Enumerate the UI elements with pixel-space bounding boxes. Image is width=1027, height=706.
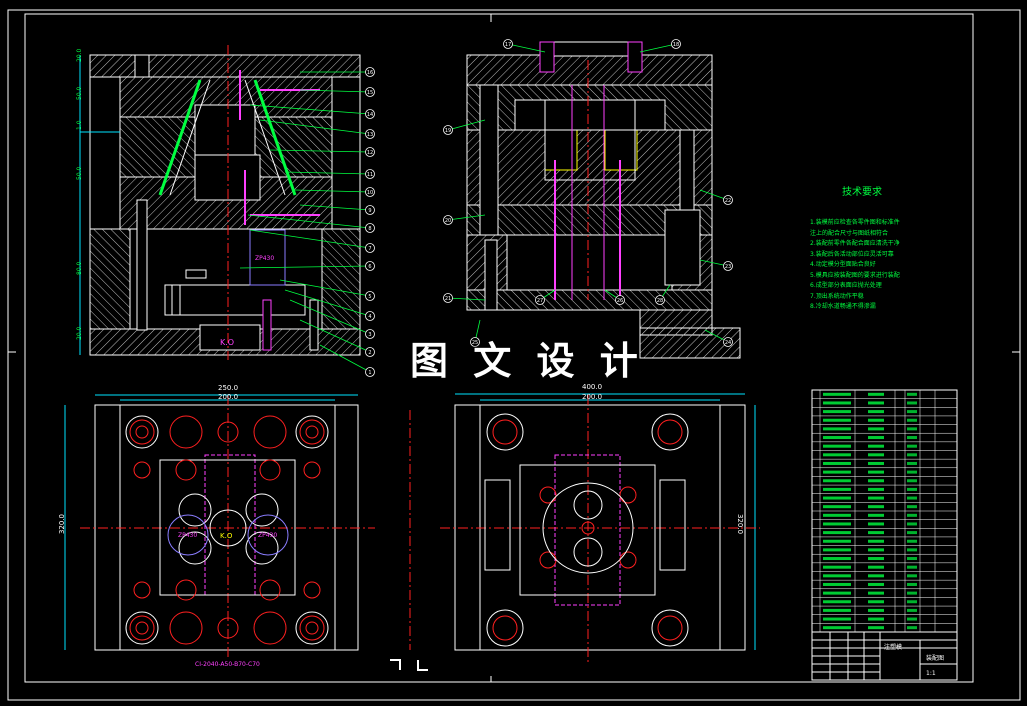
part-balloon-label: 27 — [537, 298, 543, 304]
front-dimension-label: 50.0 — [76, 86, 83, 100]
leader-line — [639, 43, 677, 53]
part-balloon-label: 10 — [367, 190, 373, 196]
part-balloon-label: 16 — [367, 70, 373, 76]
part-balloon-label: 6 — [368, 264, 371, 270]
part-balloon-label: 15 — [367, 90, 373, 96]
dim-top-left-outer: 250.0 — [218, 384, 239, 392]
tech-requirement-line: 5.模具应按装配图的要求进行装配 — [810, 271, 900, 279]
part-balloon-label: 7 — [368, 246, 371, 252]
cavity-label-1: ZP430 — [255, 255, 275, 262]
tech-requirement-line: 6.成型部分表面应抛光处理 — [810, 282, 882, 289]
dim-top-left-height: 320.0 — [58, 513, 67, 535]
front-dimension-label: 20.0 — [76, 326, 83, 340]
part-balloon-label: 23 — [725, 264, 731, 270]
tech-requirement-line: 8.冷却水道畅通不得渗漏 — [810, 303, 876, 310]
cad-drawing-canvas: 1 2 3 4 5 6 7 8 9 10 11 12 13 14 15 16 17 18 19 20 21 22 23 24… — [0, 0, 1027, 706]
part-balloon-label: 28 — [657, 298, 663, 304]
dim-top-right-inner: 200.0 — [582, 393, 603, 401]
ko-label-2: K.O — [220, 532, 233, 540]
title-block-name: 注塑模 — [884, 644, 903, 651]
part-balloon-label: 4 — [368, 314, 371, 320]
part-balloon-label: 19 — [445, 128, 451, 134]
part-balloon-label: 18 — [673, 42, 679, 48]
part-balloon-label: 17 — [505, 42, 511, 48]
front-dimension-label: 50.0 — [76, 166, 83, 180]
front-dimension-label: 20.0 — [76, 48, 83, 62]
front-dimension-label: 1.0 — [76, 120, 83, 130]
part-balloon-label: 21 — [445, 296, 451, 302]
part-balloon-label: 26 — [617, 298, 623, 304]
cavity-label-2: ZP430 — [178, 532, 198, 539]
part-balloon-label: 14 — [367, 112, 373, 118]
leader-line — [507, 43, 546, 53]
tech-requirement-line: 注上的配合尺寸与图纸相符合 — [810, 229, 889, 237]
title-block-drawing: 装配图 — [926, 655, 945, 662]
tech-requirements-notes: 1.装模前应检查各零件图和标准件 注上的配合尺寸与图纸相符合 2.装配前零件各配合面… — [810, 218, 960, 313]
tech-requirement-line: 1.装模前应检查各零件图和标准件 — [810, 219, 900, 226]
part-balloon-label: 1 — [368, 370, 371, 376]
tech-requirement-line: 3.装配后各活动部位应灵活可靠 — [810, 250, 894, 258]
ko-label: K.O — [220, 338, 235, 347]
part-balloon-label: 3 — [368, 332, 371, 338]
dim-top-right-outer: 400.0 — [582, 383, 603, 391]
cavity-label-3: ZP430 — [258, 532, 278, 539]
tech-requirement-line: 4.动定模分型面贴合良好 — [810, 261, 876, 268]
watermark: 图 文 设 计 — [410, 338, 644, 383]
part-balloon-label: 5 — [368, 294, 371, 300]
tech-requirement-line: 2.装配前零件各配合面应清洗干净 — [810, 240, 900, 247]
part-balloon-label: 22 — [725, 198, 731, 204]
front-section-view — [79, 45, 361, 360]
part-balloon-label: 24 — [725, 340, 731, 346]
part-balloon-label: 12 — [367, 150, 373, 156]
part-balloon-label: 13 — [367, 132, 373, 138]
part-balloon-label: 20 — [445, 218, 451, 224]
part-balloon-label: 2 — [368, 350, 371, 356]
front-dimension-label: 80.0 — [76, 261, 83, 275]
part-balloon-label: 8 — [368, 226, 371, 232]
plan-view-moving-half — [440, 393, 760, 665]
side-section-view — [466, 41, 741, 359]
section-view-marks — [390, 410, 428, 671]
plan-caption: CI-2040-A50-B70-C70 — [195, 661, 260, 668]
tech-requirements-title: 技术要求 — [842, 187, 882, 198]
part-balloon-label: 11 — [367, 172, 373, 178]
tech-requirement-line: 7.顶出系统动作平稳 — [810, 292, 864, 300]
bill-of-materials-table — [811, 389, 958, 633]
title-block-scale: 1:1 — [926, 670, 936, 677]
dim-top-right-height: 320.0 — [736, 513, 745, 535]
plan-view-fixed-half — [64, 394, 375, 660]
dim-top-left-inner: 200.0 — [218, 393, 239, 401]
part-balloon-label: 9 — [368, 208, 371, 214]
